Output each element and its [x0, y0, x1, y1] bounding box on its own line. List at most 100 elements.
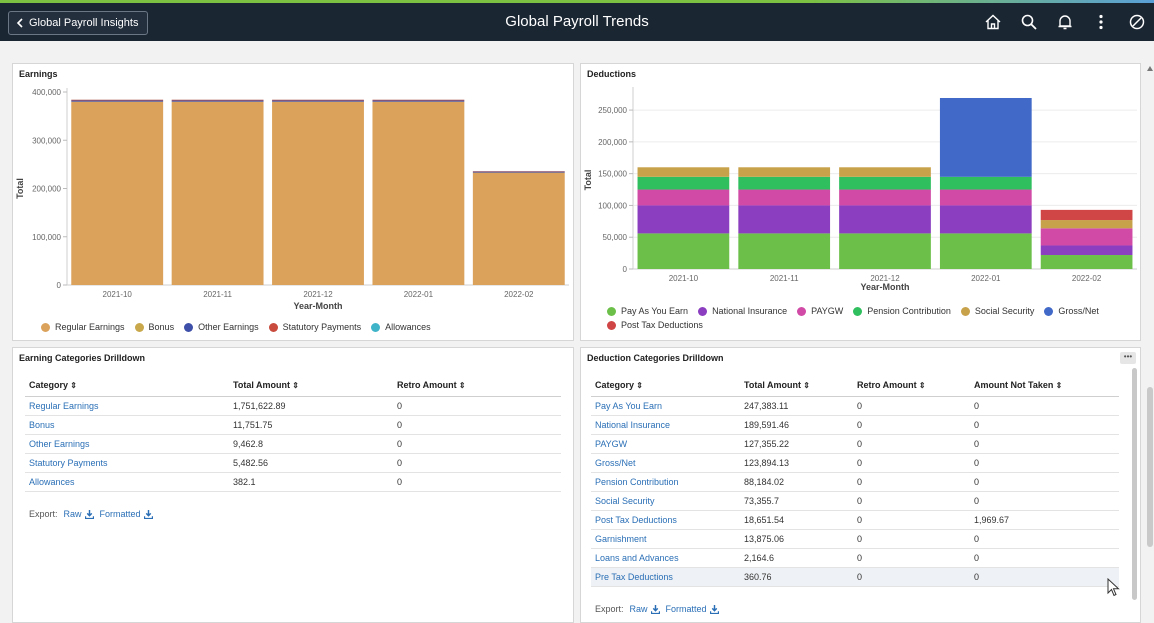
bar-segment-post-tax-deductions-2022-02[interactable]: [1040, 209, 1133, 221]
bell-icon[interactable]: [1054, 11, 1076, 33]
sort-icon[interactable]: ⇕: [457, 381, 466, 390]
bar-segment-pay-as-you-earn-2021-12[interactable]: [839, 233, 931, 269]
scroll-up-icon[interactable]: [1147, 66, 1153, 71]
bar-segment-pension-contribution-2021-10[interactable]: [637, 176, 730, 190]
bar-segment-gross-net-2022-01[interactable]: [939, 97, 1032, 177]
bar-segment-pay-as-you-earn-2022-02[interactable]: [1040, 255, 1133, 269]
sort-icon[interactable]: ⇕: [1053, 381, 1063, 390]
category-link[interactable]: Gross/Net: [591, 453, 740, 473]
table-row: Gross/Net 123,894.13 0 0: [591, 453, 1119, 473]
category-link[interactable]: Regular Earnings: [25, 396, 229, 416]
legend-item-paygw[interactable]: PAYGW: [797, 306, 843, 316]
sort-icon[interactable]: ⇕: [634, 381, 643, 390]
legend-item-allowances[interactable]: Allowances: [371, 322, 431, 332]
legend-item-statutory-payments[interactable]: Statutory Payments: [268, 322, 361, 332]
bar-segment-paygw-2022-01[interactable]: [939, 189, 1032, 206]
bar-segment-regular-earnings-2021-11[interactable]: [171, 101, 264, 286]
bar-segment-other-earnings-2022-01[interactable]: [372, 100, 465, 102]
column-header-amount-not-taken[interactable]: Amount Not Taken ⇕: [970, 374, 1119, 397]
legend-item-regular-earnings[interactable]: Regular Earnings: [41, 322, 125, 332]
export-raw-link[interactable]: Raw: [630, 604, 660, 614]
bar-segment-pay-as-you-earn-2022-01[interactable]: [939, 233, 1032, 269]
category-link[interactable]: National Insurance: [591, 415, 740, 435]
legend-item-other-earnings[interactable]: Other Earnings: [184, 322, 259, 332]
category-link[interactable]: Other Earnings: [25, 434, 229, 454]
bar-segment-statutory-payments-2022-01[interactable]: [372, 99, 465, 101]
bar-segment-paygw-2021-11[interactable]: [738, 189, 831, 206]
category-link[interactable]: PAYGW: [591, 434, 740, 454]
sort-icon[interactable]: ⇕: [290, 381, 299, 390]
bar-segment-national-insurance-2022-01[interactable]: [939, 205, 1032, 234]
column-header-total-amount[interactable]: Total Amount ⇕: [229, 374, 393, 397]
bar-segment-statutory-payments-2021-11[interactable]: [171, 99, 264, 101]
export-formatted-link[interactable]: Formatted: [100, 509, 153, 519]
bar-segment-regular-earnings-2021-10[interactable]: [71, 101, 164, 286]
bar-segment-national-insurance-2021-11[interactable]: [738, 205, 831, 234]
bar-segment-other-earnings-2021-11[interactable]: [171, 100, 264, 102]
table-scrollbar[interactable]: [1132, 368, 1137, 600]
category-link[interactable]: Statutory Payments: [25, 453, 229, 473]
legend-item-pension-contribution[interactable]: Pension Contribution: [853, 306, 951, 316]
sort-icon[interactable]: ⇕: [801, 381, 810, 390]
column-header-category[interactable]: Category ⇕: [25, 374, 229, 397]
bar-segment-paygw-2021-12[interactable]: [839, 189, 931, 206]
legend-item-bonus[interactable]: Bonus: [134, 322, 174, 332]
page-scrollbar[interactable]: [1146, 62, 1154, 623]
legend-item-gross-net[interactable]: Gross/Net: [1044, 306, 1099, 316]
legend-item-post-tax-deductions[interactable]: Post Tax Deductions: [607, 320, 703, 330]
bar-segment-social-security-2022-02[interactable]: [1040, 220, 1133, 229]
bar-segment-social-security-2021-11[interactable]: [738, 167, 831, 177]
bar-segment-pay-as-you-earn-2021-10[interactable]: [637, 233, 730, 269]
bar-segment-statutory-payments-2021-10[interactable]: [71, 99, 164, 101]
category-link[interactable]: Pay As You Earn: [591, 396, 740, 416]
navbar-icon[interactable]: [1126, 11, 1148, 33]
bar-segment-social-security-2021-12[interactable]: [839, 167, 931, 177]
bar-segment-pension-contribution-2021-12[interactable]: [839, 176, 931, 190]
bar-segment-national-insurance-2021-10[interactable]: [637, 205, 730, 234]
table-row: Post Tax Deductions 18,651.54 0 1,969.67: [591, 510, 1119, 530]
bar-segment-other-earnings-2022-02[interactable]: [472, 171, 565, 173]
bar-segment-pay-as-you-earn-2021-11[interactable]: [738, 233, 831, 269]
category-link[interactable]: Loans and Advances: [591, 548, 740, 568]
download-icon: [650, 604, 660, 614]
search-icon[interactable]: [1018, 11, 1040, 33]
more-vertical-icon[interactable]: [1090, 11, 1112, 33]
bar-segment-pension-contribution-2022-01[interactable]: [939, 176, 1032, 190]
bar-segment-regular-earnings-2021-12[interactable]: [272, 101, 364, 286]
bar-segment-social-security-2021-10[interactable]: [637, 167, 730, 177]
bar-segment-pension-contribution-2021-11[interactable]: [738, 176, 831, 190]
table-cell: 0: [393, 472, 561, 492]
category-link[interactable]: Garnishment: [591, 529, 740, 549]
bar-segment-national-insurance-2022-02[interactable]: [1040, 245, 1133, 256]
bar-segment-paygw-2022-02[interactable]: [1040, 228, 1133, 246]
home-icon[interactable]: [982, 11, 1004, 33]
category-link[interactable]: Pension Contribution: [591, 472, 740, 492]
column-header-retro-amount[interactable]: Retro Amount ⇕: [393, 374, 561, 397]
bar-segment-statutory-payments-2021-12[interactable]: [272, 99, 364, 101]
category-link[interactable]: Bonus: [25, 415, 229, 435]
category-link[interactable]: Allowances: [25, 472, 229, 492]
bar-segment-regular-earnings-2022-01[interactable]: [372, 101, 465, 286]
bar-segment-regular-earnings-2022-02[interactable]: [472, 172, 565, 285]
sort-icon[interactable]: ⇕: [68, 381, 77, 390]
table-row: National Insurance 189,591.46 0 0: [591, 415, 1119, 435]
category-link[interactable]: Social Security: [591, 491, 740, 511]
column-header-retro-amount[interactable]: Retro Amount ⇕: [853, 374, 970, 397]
table-row: Pre Tax Deductions 360.76 0 0: [591, 567, 1119, 587]
more-options-button[interactable]: •••: [1120, 352, 1136, 364]
legend-item-national-insurance[interactable]: National Insurance: [698, 306, 787, 316]
legend-item-social-security[interactable]: Social Security: [960, 306, 1034, 316]
page-scrollbar-thumb[interactable]: [1147, 387, 1153, 547]
category-link[interactable]: Pre Tax Deductions: [591, 567, 740, 587]
legend-item-pay-as-you-earn[interactable]: Pay As You Earn: [607, 306, 688, 316]
export-raw-link[interactable]: Raw: [64, 509, 94, 519]
export-formatted-link[interactable]: Formatted: [666, 604, 719, 614]
sort-icon[interactable]: ⇕: [917, 381, 926, 390]
bar-segment-other-earnings-2021-10[interactable]: [71, 100, 164, 102]
bar-segment-national-insurance-2021-12[interactable]: [839, 205, 931, 234]
column-header-total-amount[interactable]: Total Amount ⇕: [740, 374, 853, 397]
bar-segment-other-earnings-2021-12[interactable]: [272, 100, 364, 102]
bar-segment-paygw-2021-10[interactable]: [637, 189, 730, 206]
column-header-category[interactable]: Category ⇕: [591, 374, 740, 397]
category-link[interactable]: Post Tax Deductions: [591, 510, 740, 530]
